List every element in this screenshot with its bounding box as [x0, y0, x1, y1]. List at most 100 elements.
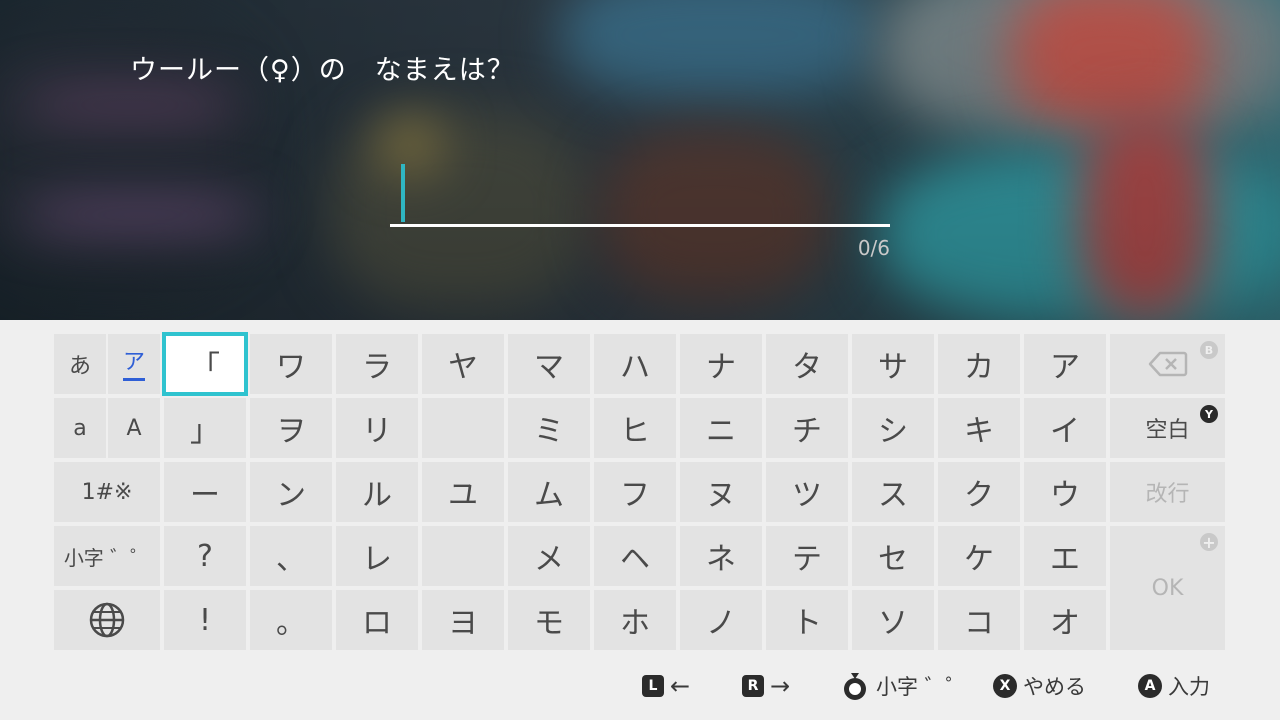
char-key[interactable]: セ [852, 526, 934, 586]
char-key[interactable]: チ [766, 398, 848, 458]
char-key[interactable]: ネ [680, 526, 762, 586]
char-key[interactable]: 。 [250, 590, 332, 650]
char-key-empty [422, 398, 504, 458]
arrow-right-icon: → [770, 672, 791, 700]
char-key-label: フ [620, 478, 650, 513]
char-key[interactable]: キ [938, 398, 1020, 458]
char-key[interactable]: ヲ [250, 398, 332, 458]
hint-move-right[interactable]: R → [742, 664, 790, 708]
char-key[interactable]: エ [1024, 526, 1106, 586]
name-input-field[interactable] [390, 165, 890, 227]
arrow-left-icon: ← [670, 672, 691, 700]
char-key[interactable]: ホ [594, 590, 676, 650]
char-key[interactable]: ヘ [594, 526, 676, 586]
char-key[interactable]: シ [852, 398, 934, 458]
mode-hiragana-key[interactable]: あ [54, 334, 106, 394]
mode-uppercase-key[interactable]: A [108, 398, 160, 458]
char-key[interactable]: ヨ [422, 590, 504, 650]
language-globe-key[interactable] [54, 590, 160, 650]
space-key[interactable]: 空白 Y [1110, 398, 1225, 458]
button-hint-bar: L ← R → 小字 ゛゜ X やめる A 入力 [0, 664, 1280, 708]
char-key-label: モ [534, 606, 564, 641]
char-key-label: レ [362, 542, 392, 577]
newline-key[interactable]: 改行 [1110, 462, 1225, 522]
char-key[interactable]: ハ [594, 334, 676, 394]
char-key-label: サ [878, 350, 908, 385]
char-key[interactable]: イ [1024, 398, 1106, 458]
char-key[interactable]: 「 [162, 332, 248, 396]
char-key[interactable]: ヤ [422, 334, 504, 394]
char-key-label: チ [792, 414, 822, 449]
char-key[interactable]: レ [336, 526, 418, 586]
char-key[interactable]: ヒ [594, 398, 676, 458]
a-button-icon: A [1138, 674, 1162, 698]
mode-lowercase-key[interactable]: a [54, 398, 106, 458]
char-key-label: ン [276, 478, 306, 513]
r-button-icon: R [742, 675, 764, 697]
x-button-icon: X [993, 674, 1017, 698]
char-key[interactable]: ? [164, 526, 246, 586]
char-key[interactable]: 」 [164, 398, 246, 458]
mode-symbols-key[interactable]: 1#※ [54, 462, 160, 522]
char-key[interactable]: 、 [250, 526, 332, 586]
char-key-label: ラ [362, 350, 392, 385]
small-dakuten-key[interactable]: 小字 ゛゜ [54, 526, 160, 586]
char-key[interactable]: ノ [680, 590, 762, 650]
char-key[interactable]: ー [164, 462, 246, 522]
char-key[interactable]: オ [1024, 590, 1106, 650]
char-key[interactable]: ワ [250, 334, 332, 394]
char-key[interactable]: タ [766, 334, 848, 394]
char-key[interactable]: マ [508, 334, 590, 394]
char-key[interactable]: ! [164, 590, 246, 650]
char-key-label: ケ [964, 542, 994, 577]
backspace-key[interactable]: B [1110, 334, 1225, 394]
char-key[interactable]: モ [508, 590, 590, 650]
char-key-label: ソ [878, 606, 908, 641]
char-key[interactable]: カ [938, 334, 1020, 394]
char-key[interactable]: ク [938, 462, 1020, 522]
char-key-label: ヌ [706, 478, 736, 513]
char-key[interactable]: ル [336, 462, 418, 522]
stick-press-icon [844, 673, 866, 700]
char-key[interactable]: リ [336, 398, 418, 458]
char-key[interactable]: サ [852, 334, 934, 394]
char-key[interactable]: ス [852, 462, 934, 522]
char-key-label: ヒ [620, 414, 650, 449]
char-key[interactable]: ユ [422, 462, 504, 522]
char-key-label: 。 [276, 606, 306, 641]
hint-cancel[interactable]: X やめる [993, 664, 1086, 708]
char-key[interactable]: ナ [680, 334, 762, 394]
ok-key[interactable]: OK + [1110, 526, 1225, 650]
mode-symbols-label: 1#※ [81, 479, 133, 505]
char-key[interactable]: コ [938, 590, 1020, 650]
char-key-label: タ [792, 350, 822, 385]
char-key-label: ミ [534, 414, 564, 449]
ok-label: OK [1151, 575, 1184, 601]
hint-input[interactable]: A 入力 [1138, 664, 1210, 708]
char-key[interactable]: ウ [1024, 462, 1106, 522]
char-key-label: ロ [362, 606, 392, 641]
char-key[interactable]: ア [1024, 334, 1106, 394]
char-key-label: ホ [620, 606, 650, 641]
char-key[interactable]: ロ [336, 590, 418, 650]
char-key[interactable]: ソ [852, 590, 934, 650]
char-key-label: ヲ [276, 414, 306, 449]
char-key[interactable]: ケ [938, 526, 1020, 586]
char-key[interactable]: ム [508, 462, 590, 522]
char-key[interactable]: ヌ [680, 462, 762, 522]
char-key-label: セ [878, 542, 908, 577]
globe-icon [89, 602, 125, 638]
hint-small-dakuten[interactable]: 小字 ゛゜ [840, 664, 967, 708]
char-key[interactable]: メ [508, 526, 590, 586]
char-key[interactable]: フ [594, 462, 676, 522]
char-key[interactable]: ニ [680, 398, 762, 458]
char-key[interactable]: ミ [508, 398, 590, 458]
hint-move-left[interactable]: L ← [642, 664, 690, 708]
char-key-label: カ [964, 350, 994, 385]
char-key[interactable]: ツ [766, 462, 848, 522]
char-key[interactable]: ト [766, 590, 848, 650]
mode-katakana-key[interactable]: ア [108, 334, 160, 394]
char-key[interactable]: テ [766, 526, 848, 586]
char-key[interactable]: ラ [336, 334, 418, 394]
char-key[interactable]: ン [250, 462, 332, 522]
